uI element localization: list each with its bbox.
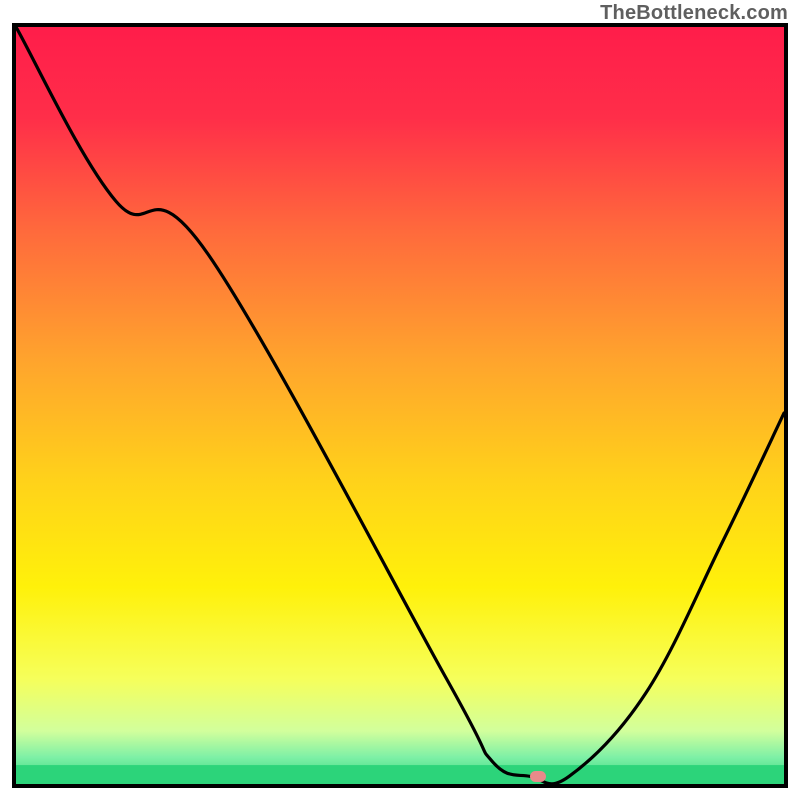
baseline-band (16, 765, 784, 784)
chart-frame (12, 23, 788, 788)
watermark-text: TheBottleneck.com (600, 2, 788, 25)
minimum-marker (530, 771, 546, 782)
background-gradient (16, 27, 784, 784)
